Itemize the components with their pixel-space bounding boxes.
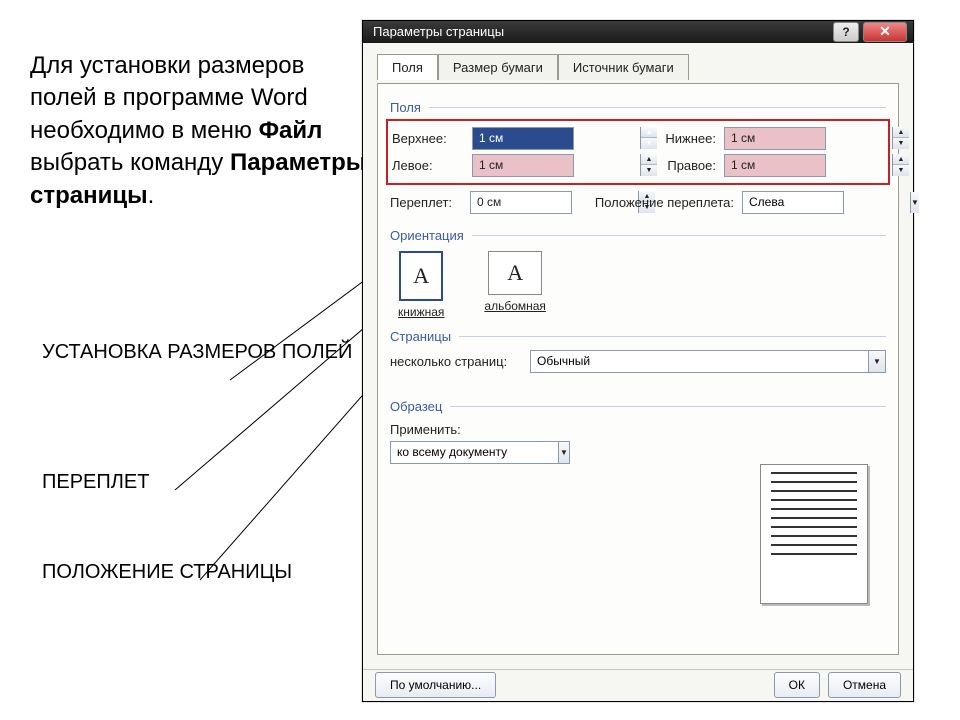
top-margin-label: Верхнее:: [392, 131, 472, 146]
multi-pages-label: несколько страниц:: [390, 354, 530, 369]
tab-margins[interactable]: Поля: [377, 54, 438, 80]
help-button[interactable]: ?: [833, 22, 859, 42]
right-margin-stepper[interactable]: ▲▼: [724, 154, 826, 177]
default-button[interactable]: По умолчанию...: [375, 672, 496, 698]
gutter-stepper[interactable]: ▲▼: [470, 191, 572, 214]
spin-down-icon[interactable]: ▼: [893, 165, 909, 176]
cancel-button[interactable]: Отмена: [828, 672, 901, 698]
spin-up-icon[interactable]: ▲: [893, 154, 909, 165]
multi-pages-combo[interactable]: ▼: [530, 350, 886, 373]
apply-to-input[interactable]: [391, 445, 558, 459]
top-margin-stepper[interactable]: ▲▼: [472, 127, 574, 150]
preview-page-icon: [760, 464, 868, 604]
gutter-position-input[interactable]: [743, 195, 910, 209]
close-button[interactable]: ✕: [863, 22, 907, 42]
right-margin-input[interactable]: [725, 158, 892, 172]
dialog-titlebar: Параметры страницы ? ✕: [363, 21, 913, 43]
spin-up-icon[interactable]: ▲: [893, 127, 909, 138]
chevron-down-icon[interactable]: ▼: [558, 442, 569, 463]
callout-margins: УСТАНОВКА РАЗМЕРОВ ПОЛЕЙ: [42, 340, 352, 365]
callout-orientation: ПОЛОЖЕНИЕ СТРАНИЦЫ: [42, 560, 292, 585]
landscape-icon: A: [488, 251, 542, 295]
section-margins: Поля: [390, 100, 886, 115]
multi-pages-input[interactable]: [531, 354, 868, 368]
dialog-title: Параметры страницы: [373, 24, 504, 39]
gutter-label: Переплет:: [390, 195, 470, 210]
bottom-margin-label: Нижнее:: [574, 131, 724, 146]
bottom-margin-input[interactable]: [725, 131, 892, 145]
ok-button[interactable]: ОК: [774, 672, 820, 698]
margins-highlight-box: Верхнее: ▲▼ Нижнее: ▲▼ Левое:: [386, 119, 890, 185]
chevron-down-icon[interactable]: ▼: [868, 351, 885, 372]
section-orientation: Ориентация: [390, 228, 886, 243]
spin-down-icon[interactable]: ▼: [893, 138, 909, 149]
callout-gutter: ПЕРЕПЛЕТ: [42, 470, 149, 495]
apply-to-combo[interactable]: ▼: [390, 441, 570, 464]
tab-paper-source[interactable]: Источник бумаги: [558, 54, 689, 80]
page-setup-dialog: Параметры страницы ? ✕ Поля Размер бумаг…: [362, 20, 914, 702]
left-margin-label: Левое:: [392, 158, 472, 173]
section-pages: Страницы: [390, 329, 886, 344]
apply-to-label: Применить:: [390, 422, 490, 437]
tab-paper-size[interactable]: Размер бумаги: [438, 54, 558, 80]
gutter-position-label: Положение переплета:: [572, 195, 742, 210]
portrait-icon: A: [399, 251, 443, 301]
right-margin-label: Правое:: [574, 158, 724, 173]
chevron-down-icon[interactable]: ▼: [910, 192, 919, 213]
orientation-landscape[interactable]: A альбомная: [484, 251, 546, 313]
orientation-portrait[interactable]: A книжная: [398, 251, 444, 319]
section-preview: Образец: [390, 399, 886, 414]
gutter-position-combo[interactable]: ▼: [742, 191, 844, 214]
description-text: Для установки размеров полей в программе…: [30, 50, 370, 212]
left-margin-stepper[interactable]: ▲▼: [472, 154, 574, 177]
tab-bar: Поля Размер бумаги Источник бумаги: [377, 53, 899, 79]
bottom-margin-stepper[interactable]: ▲▼: [724, 127, 826, 150]
